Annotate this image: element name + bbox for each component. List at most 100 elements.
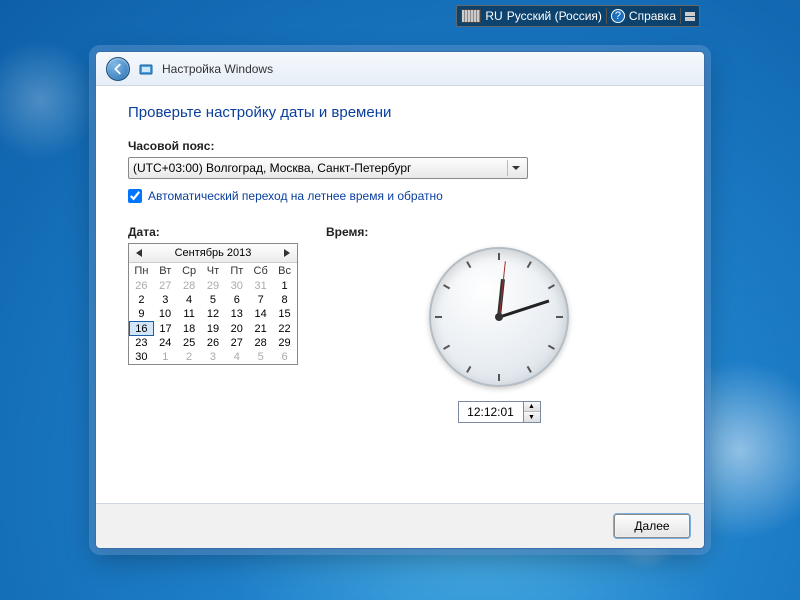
calendar-day[interactable]: 22: [273, 322, 297, 336]
calendar-day[interactable]: 26: [130, 279, 154, 293]
collapse-button[interactable]: [685, 12, 695, 21]
dst-checkbox-row[interactable]: Автоматический переход на летнее время и…: [128, 189, 672, 203]
date-label: Дата:: [128, 225, 298, 239]
calendar-dow: Сб: [249, 263, 273, 279]
clock-tick: [466, 366, 471, 373]
separator: [680, 8, 681, 24]
time-input[interactable]: [458, 401, 524, 423]
clock-tick: [548, 345, 555, 350]
calendar-next-button[interactable]: [281, 247, 293, 259]
calendar-day[interactable]: 6: [273, 350, 297, 364]
calendar-day[interactable]: 26: [201, 336, 225, 351]
calendar: Сентябрь 2013 ПнВтСрЧтПтСбВс 26272829303…: [128, 243, 298, 365]
calendar-day[interactable]: 21: [249, 322, 273, 336]
time-spin-up[interactable]: ▲: [524, 402, 540, 412]
calendar-grid: ПнВтСрЧтПтСбВс 2627282930311234567891011…: [129, 263, 297, 364]
calendar-day[interactable]: 27: [153, 279, 177, 293]
window-title: Настройка Windows: [162, 62, 273, 76]
chevron-down-icon: [507, 160, 523, 176]
page-heading: Проверьте настройку даты и времени: [128, 104, 672, 121]
calendar-day[interactable]: 13: [225, 307, 249, 322]
back-button[interactable]: [106, 57, 130, 81]
timezone-value: (UTC+03:00) Волгоград, Москва, Санкт-Пет…: [133, 161, 411, 175]
separator: [606, 8, 607, 24]
next-button[interactable]: Далее: [614, 514, 690, 538]
language-code: RU: [485, 9, 502, 23]
calendar-prev-button[interactable]: [133, 247, 145, 259]
calendar-day[interactable]: 25: [177, 336, 201, 351]
content-area: Проверьте настройку даты и времени Часов…: [96, 86, 704, 503]
calendar-header: Сентябрь 2013: [129, 244, 297, 263]
calendar-day[interactable]: 29: [201, 279, 225, 293]
calendar-dow: Чт: [201, 263, 225, 279]
setup-window: Настройка Windows Проверьте настройку да…: [95, 51, 705, 549]
calendar-day[interactable]: 19: [201, 322, 225, 336]
clock-tick: [466, 261, 471, 268]
timezone-label: Часовой пояс:: [128, 139, 672, 153]
calendar-day[interactable]: 30: [130, 350, 154, 364]
calendar-day[interactable]: 12: [201, 307, 225, 322]
help-icon[interactable]: ?: [611, 9, 625, 23]
language-name: Русский (Россия): [507, 9, 602, 23]
language-bar[interactable]: RU Русский (Россия) ? Справка: [456, 5, 700, 27]
calendar-day[interactable]: 5: [201, 293, 225, 307]
clock-tick: [498, 253, 500, 260]
calendar-dow: Вт: [153, 263, 177, 279]
calendar-day[interactable]: 3: [153, 293, 177, 307]
footer: Далее: [96, 503, 704, 548]
calendar-day[interactable]: 10: [153, 307, 177, 322]
calendar-day[interactable]: 9: [130, 307, 154, 322]
calendar-dow: Пт: [225, 263, 249, 279]
time-label: Время:: [326, 225, 672, 239]
calendar-day[interactable]: 6: [225, 293, 249, 307]
calendar-day[interactable]: 4: [177, 293, 201, 307]
clock-tick: [443, 345, 450, 350]
calendar-day[interactable]: 5: [249, 350, 273, 364]
calendar-day[interactable]: 3: [201, 350, 225, 364]
calendar-dow: Пн: [130, 263, 154, 279]
help-label[interactable]: Справка: [629, 9, 676, 23]
calendar-day[interactable]: 1: [153, 350, 177, 364]
calendar-day[interactable]: 23: [130, 336, 154, 351]
calendar-day[interactable]: 2: [177, 350, 201, 364]
dst-checkbox[interactable]: [128, 189, 142, 203]
back-arrow-icon: [111, 62, 125, 76]
calendar-day[interactable]: 24: [153, 336, 177, 351]
clock-tick: [527, 366, 532, 373]
time-spinner: ▲ ▼: [524, 401, 541, 423]
calendar-day[interactable]: 1: [273, 279, 297, 293]
clock-tick: [498, 374, 500, 381]
calendar-day[interactable]: 4: [225, 350, 249, 364]
calendar-day[interactable]: 29: [273, 336, 297, 351]
timezone-select[interactable]: (UTC+03:00) Волгоград, Москва, Санкт-Пет…: [128, 157, 528, 179]
clock-tick: [527, 261, 532, 268]
calendar-day[interactable]: 27: [225, 336, 249, 351]
calendar-day[interactable]: 18: [177, 322, 201, 336]
calendar-day[interactable]: 2: [130, 293, 154, 307]
analog-clock: [429, 247, 569, 387]
clock-tick: [556, 316, 563, 318]
calendar-day[interactable]: 28: [177, 279, 201, 293]
clock-tick: [435, 316, 442, 318]
calendar-day[interactable]: 15: [273, 307, 297, 322]
calendar-day[interactable]: 7: [249, 293, 273, 307]
calendar-day[interactable]: 16: [130, 322, 154, 336]
calendar-day[interactable]: 14: [249, 307, 273, 322]
minute-hand: [499, 300, 549, 319]
calendar-day[interactable]: 17: [153, 322, 177, 336]
time-spin-down[interactable]: ▼: [524, 412, 540, 422]
calendar-day[interactable]: 11: [177, 307, 201, 322]
clock-tick: [548, 284, 555, 289]
calendar-day[interactable]: 8: [273, 293, 297, 307]
calendar-day[interactable]: 20: [225, 322, 249, 336]
keyboard-icon: [461, 9, 481, 23]
calendar-day[interactable]: 30: [225, 279, 249, 293]
calendar-day[interactable]: 28: [249, 336, 273, 351]
setup-icon: [138, 61, 154, 77]
dst-label: Автоматический переход на летнее время и…: [148, 189, 443, 203]
clock-center: [495, 313, 503, 321]
calendar-day[interactable]: 31: [249, 279, 273, 293]
clock-tick: [443, 284, 450, 289]
calendar-month-title[interactable]: Сентябрь 2013: [175, 247, 252, 259]
calendar-dow: Вс: [273, 263, 297, 279]
